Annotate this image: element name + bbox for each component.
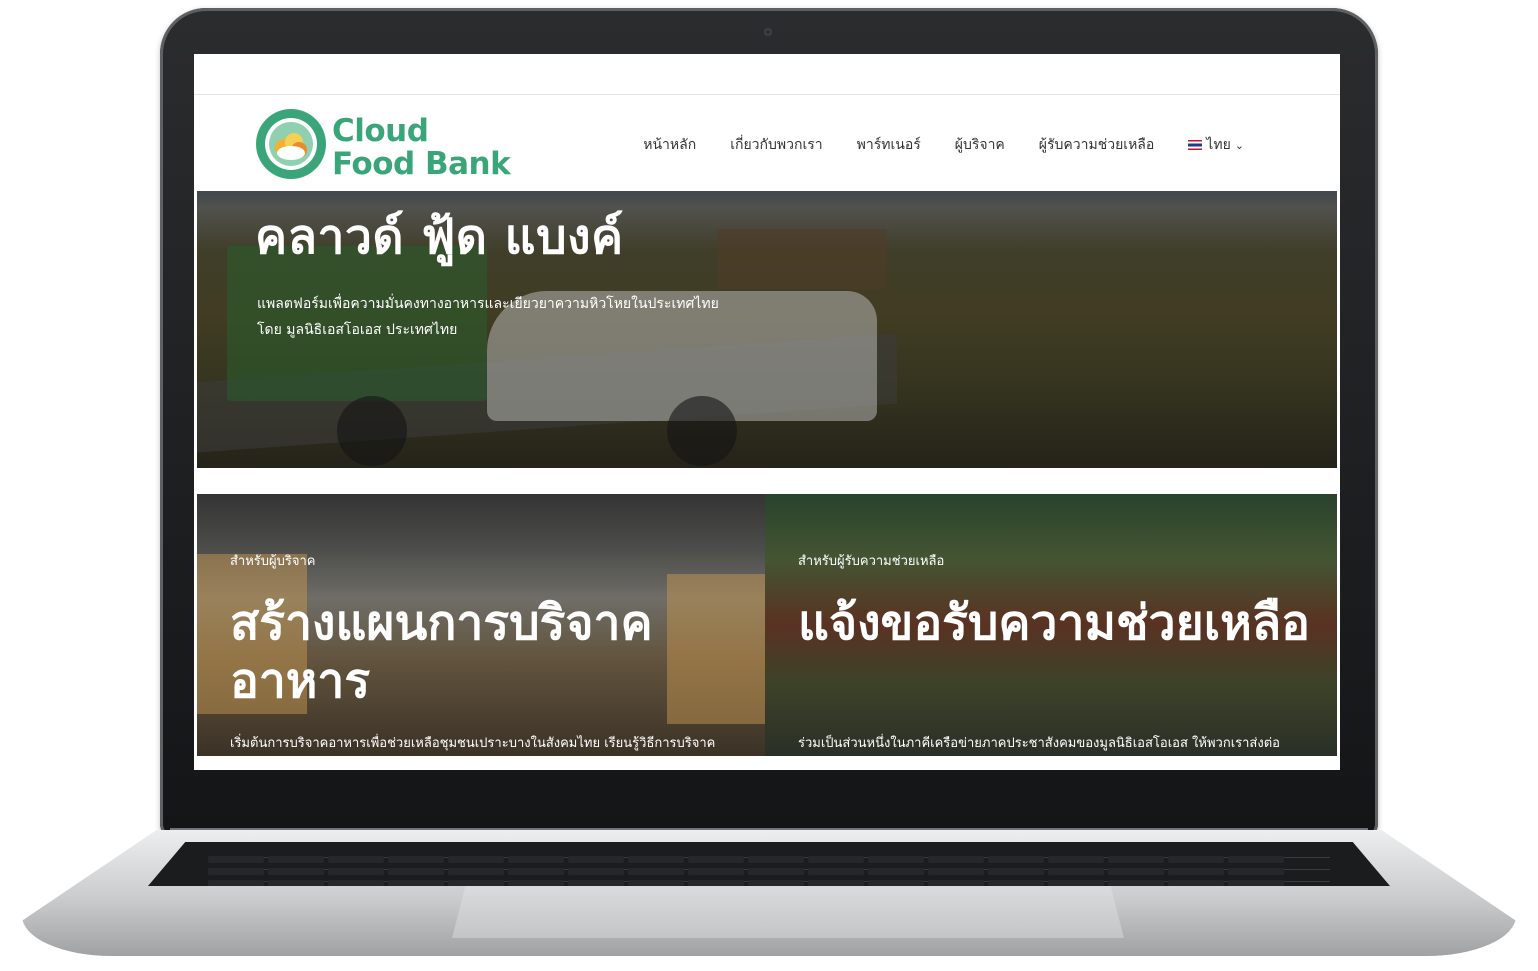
donor-card[interactable]: สำหรับผู้บริจาค สร้างแผนการบริจาคอาหาร เ… xyxy=(197,494,765,756)
hero-banner: คลาวด์ ฟู้ด แบงค์ แพลตฟอร์มเพื่อความมั่น… xyxy=(197,191,1337,468)
chevron-down-icon: ⌄ xyxy=(1234,139,1244,152)
hero-subtitle-line-1: แพลตฟอร์มเพื่อความมั่นคงทางอาหารและเยียว… xyxy=(257,296,719,312)
hero-subtitle: แพลตฟอร์มเพื่อความมั่นคงทางอาหารและเยียว… xyxy=(257,291,719,343)
webcam xyxy=(764,28,772,36)
laptop-screen: Cloud Food Bank หน้าหลัก เกี่ยวกับพวกเรา… xyxy=(194,54,1340,770)
language-label: ไทย xyxy=(1206,137,1231,153)
donor-card-eyebrow: สำหรับผู้บริจาค xyxy=(230,554,316,569)
nav-item-about[interactable]: เกี่ยวกับพวกเรา xyxy=(730,134,822,156)
recipient-card-title: แจ้งขอรับความช่วยเหลือ xyxy=(798,595,1310,651)
hero-bg-wheel xyxy=(667,396,737,466)
donor-card-description: เริ่มต้นการบริจาคอาหารเพื่อช่วยเหลือชุมช… xyxy=(230,736,716,751)
recipient-card-description: ร่วมเป็นส่วนหนึ่งในภาคีเครือข่ายภาคประชา… xyxy=(798,736,1280,751)
hero-title: คลาวด์ ฟู้ด แบงค์ xyxy=(255,209,624,265)
cloud-food-bank-logo[interactable] xyxy=(254,107,328,181)
recipient-card[interactable]: สำหรับผู้รับความช่วยเหลือ แจ้งขอรับความช… xyxy=(765,494,1337,756)
trackpad xyxy=(452,886,1124,938)
hero-bg-wheel xyxy=(337,396,407,466)
nav-item-partners[interactable]: พาร์ทเนอร์ xyxy=(857,134,921,156)
nav-item-donors[interactable]: ผู้บริจาค xyxy=(955,134,1005,156)
language-selector[interactable]: ไทย ⌄ xyxy=(1188,134,1244,156)
brand-line-2: Food Bank xyxy=(332,146,511,182)
main-nav: หน้าหลัก เกี่ยวกับพวกเรา พาร์ทเนอร์ ผู้บ… xyxy=(643,134,1244,156)
recipient-card-eyebrow: สำหรับผู้รับความช่วยเหลือ xyxy=(798,554,945,569)
nav-item-recipients[interactable]: ผู้รับความช่วยเหลือ xyxy=(1039,134,1155,156)
hero-bg-hut xyxy=(717,229,887,289)
site-header: Cloud Food Bank หน้าหลัก เกี่ยวกับพวกเรา… xyxy=(194,95,1340,190)
donor-card-title: สร้างแผนการบริจาคอาหาร xyxy=(230,595,653,709)
hero-subtitle-line-2: โดย มูลนิธิเอสโอเอส ประเทศไทย xyxy=(257,322,458,338)
thai-flag-icon xyxy=(1188,140,1203,150)
brand-line-1: Cloud xyxy=(332,113,429,149)
brand-name[interactable]: Cloud Food Bank xyxy=(332,113,511,182)
nav-item-home[interactable]: หน้าหลัก xyxy=(643,134,696,156)
keyboard xyxy=(148,842,1390,886)
